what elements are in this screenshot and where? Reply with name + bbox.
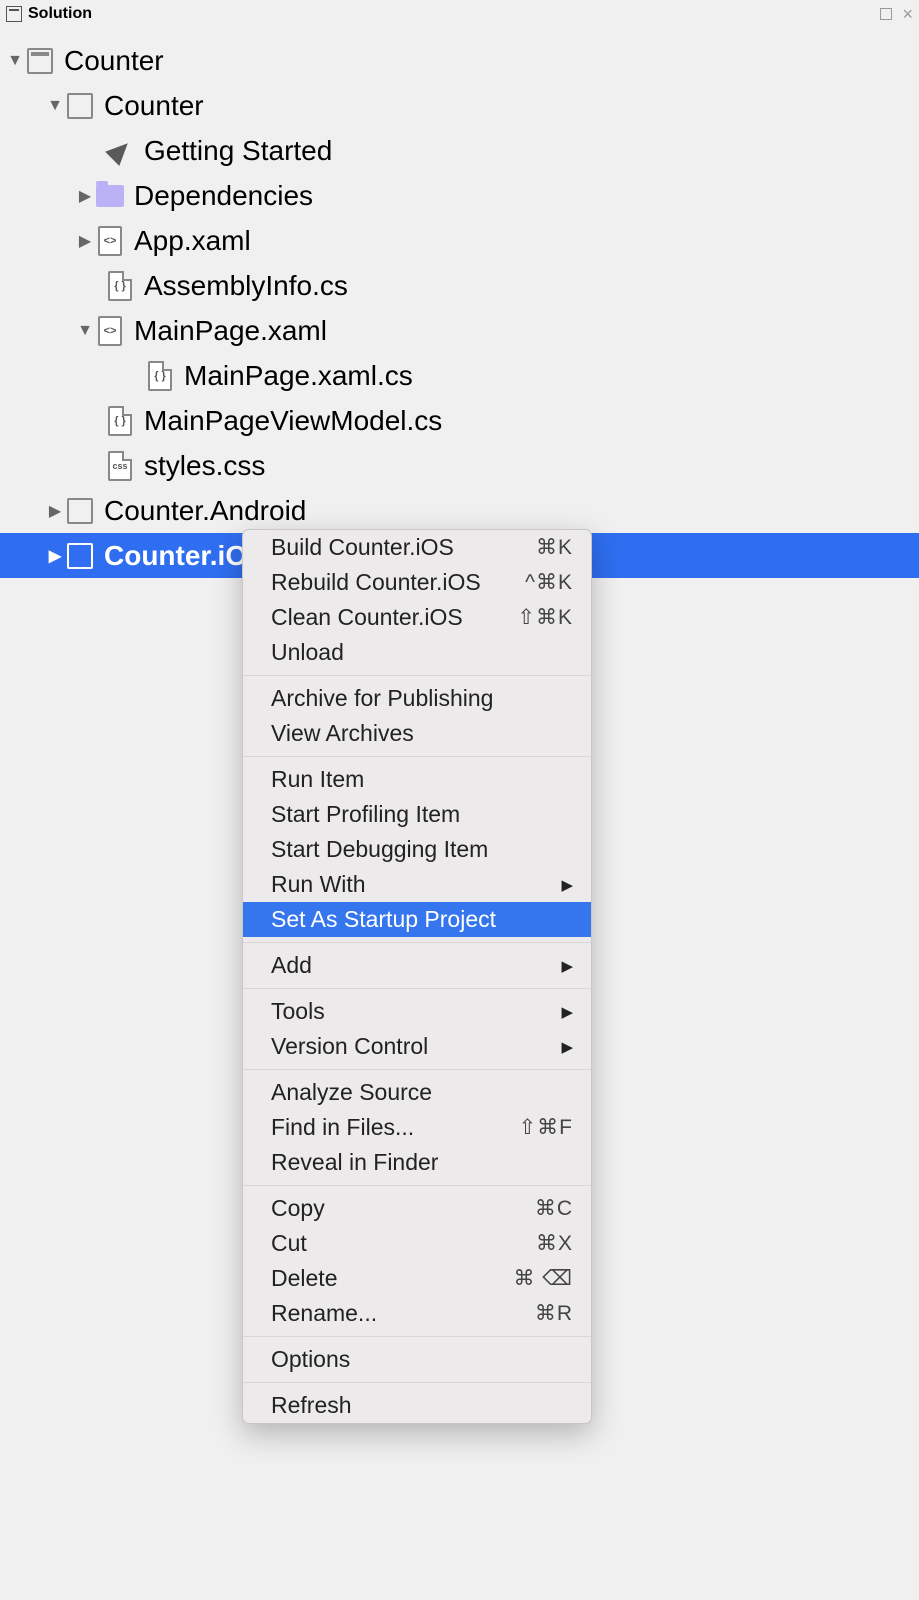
solution-file-icon	[27, 48, 53, 74]
menu-separator	[243, 942, 591, 943]
menu-delete[interactable]: Delete⌘ ⌫	[243, 1261, 591, 1296]
close-icon[interactable]: ×	[902, 4, 913, 25]
solution-node[interactable]: ▼ Counter	[0, 38, 919, 83]
chevron-down-icon[interactable]: ▼	[76, 322, 94, 340]
shortcut-label: ⌘K	[536, 535, 573, 560]
rocket-icon	[105, 136, 135, 166]
node-label: MainPageViewModel.cs	[144, 405, 442, 437]
node-label: styles.css	[144, 450, 265, 482]
mainpage-cs-node[interactable]: { } MainPage.xaml.cs	[0, 353, 919, 398]
node-label: App.xaml	[134, 225, 251, 257]
menu-separator	[243, 1069, 591, 1070]
menu-separator	[243, 1185, 591, 1186]
menu-separator	[243, 756, 591, 757]
chevron-right-icon: ▶	[561, 957, 573, 975]
menu-run-item[interactable]: Run Item	[243, 762, 591, 797]
mainpage-xaml-node[interactable]: ▼ <> MainPage.xaml	[0, 308, 919, 353]
menu-reveal-in-finder[interactable]: Reveal in Finder	[243, 1145, 591, 1180]
chevron-down-icon[interactable]: ▼	[6, 52, 24, 70]
menu-unload[interactable]: Unload	[243, 635, 591, 670]
menu-analyze[interactable]: Analyze Source	[243, 1075, 591, 1110]
node-label: AssemblyInfo.cs	[144, 270, 348, 302]
cs-file-icon: { }	[108, 271, 132, 301]
menu-separator	[243, 1336, 591, 1337]
chevron-right-icon: ▶	[561, 1003, 573, 1021]
menu-rebuild[interactable]: Rebuild Counter.iOS^⌘K	[243, 565, 591, 600]
menu-tools[interactable]: Tools▶	[243, 994, 591, 1029]
node-label: Dependencies	[134, 180, 313, 212]
shortcut-label: ⇧⌘K	[517, 605, 573, 630]
menu-rename[interactable]: Rename...⌘R	[243, 1296, 591, 1331]
getting-started-node[interactable]: Getting Started	[0, 128, 919, 173]
shortcut-label: ^⌘K	[525, 570, 573, 595]
menu-copy[interactable]: Copy⌘C	[243, 1191, 591, 1226]
panel-title: Solution	[28, 5, 92, 23]
menu-view-archives[interactable]: View Archives	[243, 716, 591, 751]
menu-find-in-files[interactable]: Find in Files...⇧⌘F	[243, 1110, 591, 1145]
menu-set-startup[interactable]: Set As Startup Project	[243, 902, 591, 937]
app-xaml-node[interactable]: ▶ <> App.xaml	[0, 218, 919, 263]
menu-options[interactable]: Options	[243, 1342, 591, 1377]
shortcut-label: ⌘ ⌫	[513, 1266, 573, 1291]
cs-file-icon: { }	[148, 361, 172, 391]
project-node-counter[interactable]: ▼ Counter	[0, 83, 919, 128]
solution-icon	[6, 6, 22, 22]
detach-icon[interactable]	[880, 8, 892, 20]
folder-icon	[96, 185, 124, 207]
chevron-right-icon[interactable]: ▶	[76, 231, 94, 251]
menu-refresh[interactable]: Refresh	[243, 1388, 591, 1423]
xaml-file-icon: <>	[98, 226, 122, 256]
menu-separator	[243, 675, 591, 676]
menu-start-debugging[interactable]: Start Debugging Item	[243, 832, 591, 867]
css-file-icon: css	[108, 451, 132, 481]
menu-clean[interactable]: Clean Counter.iOS⇧⌘K	[243, 600, 591, 635]
chevron-right-icon: ▶	[561, 1038, 573, 1056]
menu-separator	[243, 988, 591, 989]
assembly-info-node[interactable]: { } AssemblyInfo.cs	[0, 263, 919, 308]
xaml-file-icon: <>	[98, 316, 122, 346]
node-label: MainPage.xaml.cs	[184, 360, 413, 392]
menu-build[interactable]: Build Counter.iOS⌘K	[243, 530, 591, 565]
shortcut-label: ⇧⌘F	[519, 1115, 573, 1140]
menu-run-with[interactable]: Run With▶	[243, 867, 591, 902]
shortcut-label: ⌘C	[535, 1196, 573, 1221]
node-label: MainPage.xaml	[134, 315, 327, 347]
dependencies-node[interactable]: ▶ Dependencies	[0, 173, 919, 218]
project-node-android[interactable]: ▶ Counter.Android	[0, 488, 919, 533]
menu-archive[interactable]: Archive for Publishing	[243, 681, 591, 716]
chevron-right-icon: ▶	[561, 876, 573, 894]
styles-css-node[interactable]: css styles.css	[0, 443, 919, 488]
menu-cut[interactable]: Cut⌘X	[243, 1226, 591, 1261]
node-label: Counter	[104, 90, 204, 122]
node-label: Getting Started	[144, 135, 332, 167]
project-icon	[67, 543, 93, 569]
chevron-right-icon[interactable]: ▶	[76, 186, 94, 206]
cs-file-icon: { }	[108, 406, 132, 436]
shortcut-label: ⌘X	[536, 1231, 573, 1256]
chevron-right-icon[interactable]: ▶	[46, 546, 64, 566]
menu-separator	[243, 1382, 591, 1383]
solution-tree: ▼ Counter ▼ Counter Getting Started ▶ De…	[0, 28, 919, 578]
menu-add[interactable]: Add▶	[243, 948, 591, 983]
chevron-right-icon[interactable]: ▶	[46, 501, 64, 521]
menu-version-control[interactable]: Version Control▶	[243, 1029, 591, 1064]
project-icon	[67, 93, 93, 119]
node-label: Counter.Android	[104, 495, 306, 527]
viewmodel-node[interactable]: { } MainPageViewModel.cs	[0, 398, 919, 443]
project-icon	[67, 498, 93, 524]
chevron-down-icon[interactable]: ▼	[46, 97, 64, 115]
shortcut-label: ⌘R	[535, 1301, 573, 1326]
menu-start-profiling[interactable]: Start Profiling Item	[243, 797, 591, 832]
panel-header: Solution ×	[0, 0, 919, 28]
node-label: Counter	[64, 45, 164, 77]
context-menu: Build Counter.iOS⌘K Rebuild Counter.iOS^…	[242, 529, 592, 1424]
